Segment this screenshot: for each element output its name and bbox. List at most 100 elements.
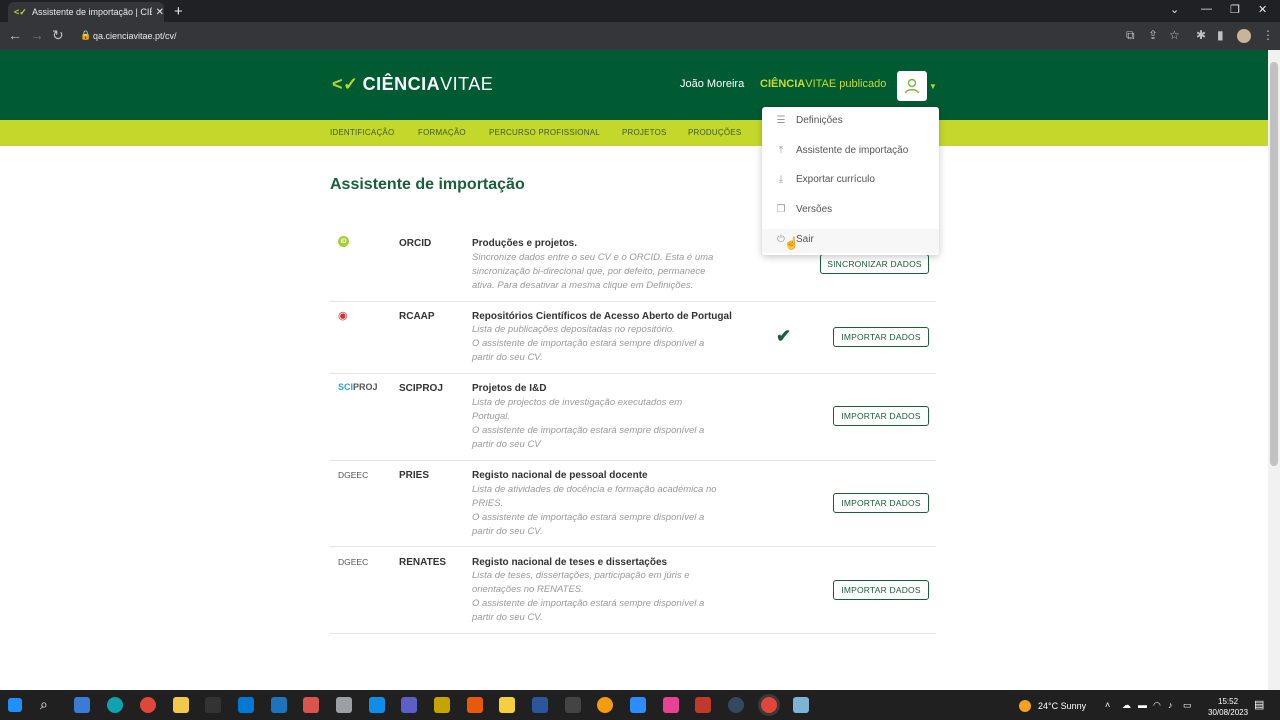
battery-icon[interactable]: ▭	[1183, 700, 1192, 711]
row-description: Lista de publicações depositadas no repo…	[472, 323, 754, 365]
tab-search-icon[interactable]: ⌄	[1170, 3, 1179, 16]
tray-chevron-up-icon[interactable]: ˄	[1105, 700, 1110, 710]
site-favicon-icon: <✓	[14, 6, 27, 17]
file-explorer-icon[interactable]	[173, 697, 189, 713]
browser-tab[interactable]: <✓ Assistente de importação | CIÊNC ✕	[8, 2, 164, 22]
chevron-down-icon[interactable]: ▼	[929, 82, 937, 91]
row-divider	[330, 546, 936, 547]
browser-profile-avatar[interactable]	[1237, 29, 1251, 43]
row-description-line: partir do seu CV.	[472, 352, 543, 363]
upload-icon: ⤒	[778, 145, 784, 156]
network-icon[interactable]: ▬	[1138, 700, 1147, 710]
notifications-icon[interactable]: ▤	[1254, 698, 1264, 711]
taskbar-app-icon[interactable]	[74, 697, 90, 713]
row-title: Produções e projetos.	[472, 238, 578, 249]
scrollbar-thumb[interactable]	[1270, 62, 1278, 466]
word-icon[interactable]	[532, 697, 548, 713]
dgeec-logo: DGEEC	[338, 470, 369, 480]
taskbar-app-icon[interactable]	[434, 697, 450, 713]
bookmark-star-icon[interactable]: ☆	[1169, 28, 1180, 42]
browser-menu-icon[interactable]: ⋮	[1262, 28, 1274, 42]
dropdown-item-label: Exportar currículo	[796, 174, 875, 185]
wifi-icon[interactable]: ◠	[1153, 700, 1161, 711]
nav-item-percurso[interactable]: PERCURSO PROFISSIONAL	[489, 128, 600, 137]
sync-orcid-button[interactable]: SINCRONIZAR DADOS	[820, 254, 929, 274]
back-icon[interactable]: ←	[8, 27, 22, 43]
dropdown-item-versoes[interactable]: ❐ Versões	[774, 204, 833, 215]
row-title: Projetos de I&D	[472, 383, 547, 394]
side-panel-icon[interactable]: ▮	[1217, 28, 1224, 42]
rcaap-icon: ◉	[338, 310, 348, 322]
system-clock[interactable]: 15:52 30/08/2023	[1208, 696, 1248, 718]
share-icon[interactable]: ⇪	[1148, 28, 1158, 42]
taskbar-app-icon[interactable]	[663, 697, 679, 713]
taskbar-app-icon[interactable]	[336, 697, 352, 713]
new-tab-button[interactable]: +	[174, 3, 183, 20]
close-icon[interactable]: ✕	[1258, 3, 1267, 16]
start-icon[interactable]	[8, 698, 22, 712]
row-divider	[330, 301, 936, 302]
cloud-icon[interactable]: ☁	[1122, 700, 1131, 711]
nav-item-projetos[interactable]: PROJETOS	[622, 128, 667, 137]
taskbar-app-icon[interactable]	[303, 697, 319, 713]
download-icon: ⤓	[778, 174, 784, 185]
address-bar[interactable]: qa.cienciavitae.pt/cv/	[93, 31, 177, 41]
taskbar-app-icon[interactable]	[499, 697, 515, 713]
dropdown-item-label: Assistente de importação	[796, 145, 909, 156]
chrome-icon[interactable]	[140, 697, 156, 713]
user-menu-button[interactable]	[897, 71, 927, 101]
skype-icon[interactable]	[369, 697, 385, 713]
import-sciproj-button[interactable]: IMPORTAR DADOS	[833, 406, 929, 426]
forward-icon[interactable]: →	[30, 27, 44, 43]
lock-icon[interactable]: 🔒	[80, 30, 91, 41]
row-divider	[330, 633, 936, 634]
edge-icon[interactable]	[107, 697, 123, 713]
taskbar-app-icon[interactable]	[728, 697, 744, 713]
chrome-active-icon[interactable]	[761, 697, 777, 713]
dropdown-item-label: Definições	[796, 115, 843, 126]
dropdown-item-assistente[interactable]: ⤒ Assistente de importação	[774, 145, 909, 156]
taskbar-app-icon[interactable]	[205, 697, 221, 713]
nav-item-formacao[interactable]: FORMAÇÃO	[418, 128, 466, 137]
row-description-line: PRIES.	[472, 498, 504, 509]
logo-text-light: VITAE	[440, 74, 494, 94]
user-icon	[904, 78, 920, 94]
row-description-line: partir do seu CV.	[472, 526, 543, 537]
row-description-line: Lista de publicações depositadas no repo…	[472, 324, 675, 335]
dropdown-item-exportar[interactable]: ⤓ Exportar currículo	[774, 174, 875, 185]
row-description-line: partir do seu CV.	[472, 612, 543, 623]
row-description: Lista de teses, dissertações, participaç…	[472, 569, 754, 625]
row-description-line: O assistente de importação estará sempre…	[472, 512, 705, 523]
taskbar-app-icon[interactable]	[695, 697, 711, 713]
row-description-line: orientações no RENATES.	[472, 584, 584, 595]
nav-item-identificacao[interactable]: IDENTIFICAÇÃO	[330, 128, 394, 137]
weather-text[interactable]: 24°C Sunny	[1038, 701, 1086, 711]
minimize-icon[interactable]: —	[1201, 3, 1212, 15]
import-pries-button[interactable]: IMPORTAR DADOS	[833, 493, 929, 513]
taskbar-app-icon[interactable]	[597, 697, 613, 713]
import-renates-button[interactable]: IMPORTAR DADOS	[833, 580, 929, 600]
search-icon[interactable]: ⌕	[40, 696, 48, 713]
row-description-line: Lista de atividades de docência e formaç…	[472, 484, 717, 495]
import-rcaap-button[interactable]: IMPORTAR DADOS	[833, 327, 929, 347]
user-name-link[interactable]: João Moreira	[680, 78, 744, 90]
extensions-icon[interactable]: ✱	[1196, 28, 1206, 42]
calculator-icon[interactable]	[271, 697, 287, 713]
taskbar-app-icon[interactable]	[793, 697, 809, 713]
taskbar-app-icon[interactable]	[565, 697, 581, 713]
dropdown-item-definicoes[interactable]: ☰ Definições	[774, 115, 843, 126]
teams-icon[interactable]	[401, 697, 417, 713]
zoom-icon[interactable]	[630, 697, 646, 713]
maximize-icon[interactable]: ❐	[1230, 3, 1240, 16]
reload-icon[interactable]: ↻	[52, 27, 64, 44]
office-icon[interactable]	[467, 697, 483, 713]
nav-item-producoes[interactable]: PRODUÇÕES	[688, 128, 741, 137]
row-description-line: Lista de teses, dissertações, participaç…	[472, 570, 690, 581]
cv-published-link[interactable]: CIÊNCIAVITAE publicado	[760, 78, 886, 90]
translate-icon[interactable]: ⧉	[1126, 28, 1135, 43]
tab-close-icon[interactable]: ✕	[156, 7, 164, 18]
outlook-icon[interactable]	[238, 697, 254, 713]
row-description-line: Portugal.	[472, 411, 511, 422]
site-logo[interactable]: <✓ CIÊNCIAVITAE	[332, 74, 493, 95]
volume-icon[interactable]: ♪	[1168, 700, 1173, 710]
